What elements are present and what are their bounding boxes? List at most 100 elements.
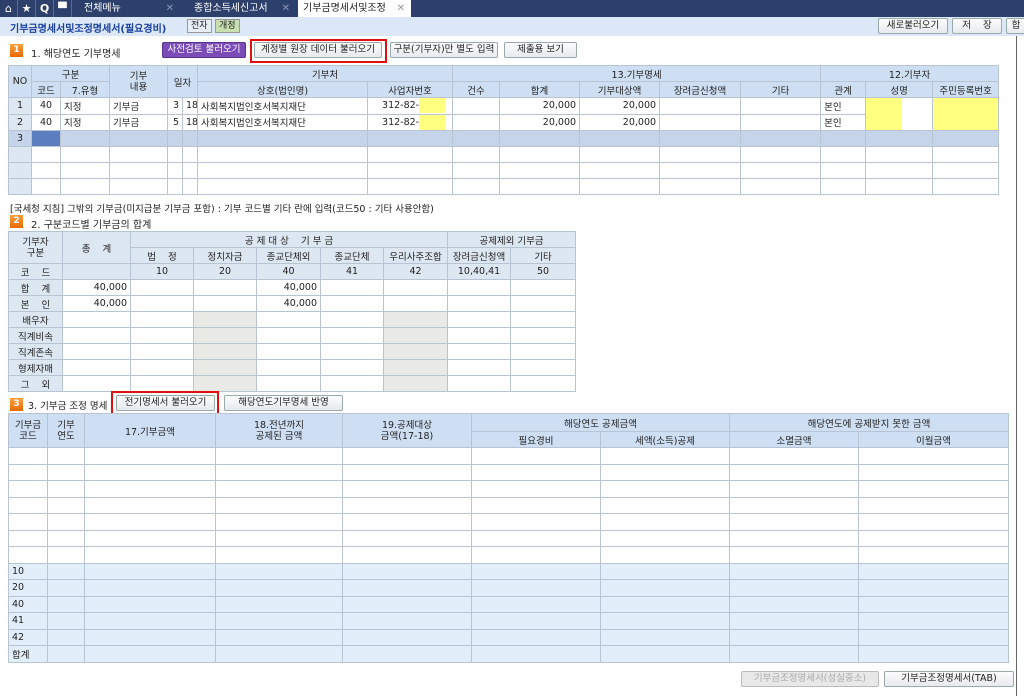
total-cell[interactable]: 20,000 <box>499 97 581 115</box>
table-cell[interactable] <box>215 612 343 630</box>
table-cell[interactable] <box>215 480 343 498</box>
table-cell[interactable] <box>858 612 1010 630</box>
table-cell[interactable] <box>729 480 860 498</box>
table-cell[interactable] <box>342 579 472 597</box>
table-cell[interactable] <box>729 546 860 564</box>
table-cell[interactable] <box>858 496 1010 514</box>
table-cell[interactable] <box>865 162 934 179</box>
submission-view-button[interactable]: 제출용 보기 <box>504 42 577 58</box>
table-cell[interactable] <box>84 529 216 547</box>
table-cell[interactable] <box>471 595 601 613</box>
table-cell[interactable] <box>471 579 601 597</box>
table-cell[interactable] <box>47 579 85 597</box>
amount-cell[interactable] <box>256 375 321 392</box>
table-cell[interactable] <box>84 579 216 597</box>
amount-cell[interactable] <box>62 327 131 344</box>
relation-cell[interactable]: 본인 <box>820 113 867 131</box>
table-cell[interactable] <box>47 546 85 564</box>
table-cell[interactable] <box>215 562 343 580</box>
table-cell[interactable] <box>599 513 731 531</box>
table-cell[interactable] <box>59 130 111 147</box>
table-cell[interactable] <box>729 463 860 481</box>
table-cell[interactable] <box>499 178 581 195</box>
table-cell[interactable] <box>858 513 1010 531</box>
table-cell[interactable] <box>47 628 85 646</box>
table-cell[interactable] <box>599 645 731 663</box>
count-cell[interactable] <box>452 97 501 115</box>
home-icon[interactable]: ⌂ <box>0 0 18 17</box>
amount-cell[interactable] <box>510 343 577 360</box>
apply-current-year-button[interactable]: 해당연도기부명세 반영 <box>224 395 343 411</box>
table-cell[interactable] <box>84 562 216 580</box>
table-cell[interactable] <box>342 529 472 547</box>
table-cell[interactable] <box>367 130 454 147</box>
table-cell[interactable] <box>59 162 111 179</box>
table-cell[interactable] <box>729 645 860 663</box>
table-cell[interactable] <box>659 146 742 163</box>
rrn-cell[interactable] <box>932 97 1000 131</box>
table-cell[interactable] <box>197 146 369 163</box>
table-cell[interactable] <box>452 178 501 195</box>
table-cell[interactable] <box>342 628 472 646</box>
table-cell[interactable] <box>342 480 472 498</box>
table-cell[interactable] <box>84 447 216 465</box>
star-icon[interactable]: ★ <box>18 0 36 17</box>
table-cell[interactable] <box>471 612 601 630</box>
table-cell[interactable] <box>84 645 216 663</box>
bizno-cell[interactable]: 312-82- <box>367 97 454 115</box>
amount-cell[interactable] <box>320 343 384 360</box>
sincere-sme-statement-button[interactable]: 기부금조정명세서(성실중소) <box>741 671 879 687</box>
amount-cell[interactable] <box>130 295 194 312</box>
table-cell[interactable] <box>342 496 472 514</box>
load-prior-statement-button[interactable]: 전기명세서 불러오기 <box>116 395 215 411</box>
table-cell[interactable] <box>8 529 48 547</box>
amount-cell[interactable] <box>193 375 257 392</box>
day-cell[interactable]: 18 <box>182 97 199 115</box>
total-cell[interactable]: 20,000 <box>499 113 581 131</box>
table-cell[interactable] <box>659 162 742 179</box>
table-cell[interactable] <box>167 178 184 195</box>
table-cell[interactable] <box>31 178 61 195</box>
table-cell[interactable] <box>932 162 1000 179</box>
electronic-badge[interactable]: 전자 <box>187 19 212 33</box>
table-cell[interactable] <box>858 546 1010 564</box>
table-cell[interactable] <box>729 513 860 531</box>
table-cell[interactable] <box>471 496 601 514</box>
table-cell[interactable] <box>599 529 731 547</box>
day-cell[interactable]: 18 <box>182 113 199 131</box>
tab-donation-statement[interactable]: 기부금명세서및조정 ✕ <box>298 0 411 17</box>
table-cell[interactable] <box>599 628 731 646</box>
table-cell[interactable] <box>342 562 472 580</box>
table-cell[interactable] <box>197 178 369 195</box>
month-cell[interactable]: 5 <box>167 113 184 131</box>
table-cell[interactable] <box>729 612 860 630</box>
table-cell[interactable] <box>865 146 934 163</box>
table-cell[interactable] <box>84 480 216 498</box>
amount-cell[interactable]: 40,000 <box>62 279 131 296</box>
table-cell[interactable] <box>342 645 472 663</box>
table-cell[interactable] <box>729 628 860 646</box>
table-cell[interactable] <box>740 162 822 179</box>
table-cell[interactable] <box>47 496 85 514</box>
separate-input-button[interactable]: 구분(기부자)만 별도 입력 <box>390 42 498 58</box>
search-icon[interactable]: Q <box>36 0 54 17</box>
table-cell[interactable] <box>499 130 581 147</box>
table-cell[interactable] <box>471 546 601 564</box>
table-cell[interactable] <box>84 513 216 531</box>
table-cell[interactable] <box>215 513 343 531</box>
table-cell[interactable] <box>84 612 216 630</box>
table-cell[interactable] <box>452 130 501 147</box>
content-cell[interactable]: 기부금 <box>109 97 169 115</box>
table-cell[interactable] <box>599 595 731 613</box>
sum-button[interactable]: 합 <box>1006 18 1024 34</box>
amount-cell[interactable] <box>447 375 512 392</box>
table-cell[interactable] <box>167 162 184 179</box>
table-cell[interactable] <box>47 463 85 481</box>
amount-cell[interactable] <box>447 279 512 296</box>
tab-income-tax-return[interactable]: 종합소득세신고서 ✕ <box>182 0 296 17</box>
amount-cell[interactable] <box>62 375 131 392</box>
table-cell[interactable] <box>342 612 472 630</box>
table-cell[interactable] <box>932 130 1000 147</box>
amount-cell[interactable] <box>62 359 131 376</box>
table-cell[interactable] <box>367 178 454 195</box>
